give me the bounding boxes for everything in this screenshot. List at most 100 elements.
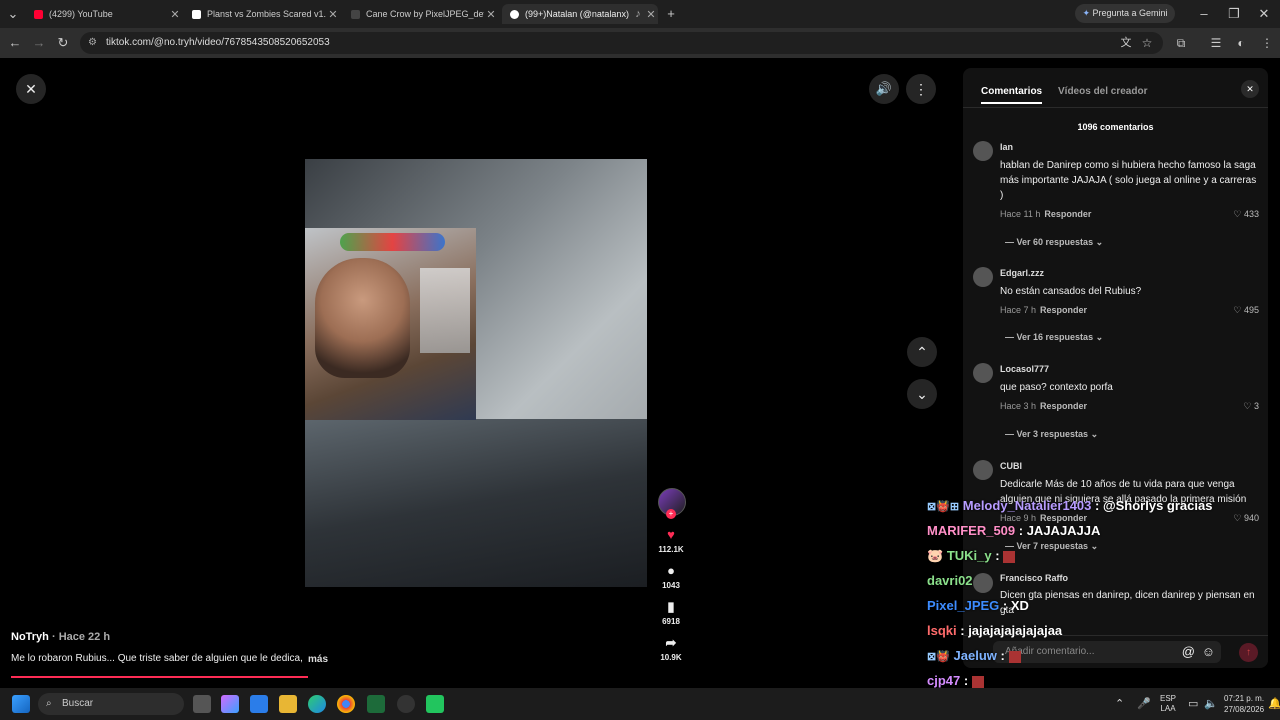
comment-like-button[interactable]: ♡ 495 bbox=[1233, 305, 1259, 316]
tab-creator-videos[interactable]: Vídeos del creador bbox=[1058, 86, 1147, 97]
close-video-button[interactable]: ✕ bbox=[16, 74, 46, 104]
comment-like-button[interactable]: ♡ 3 bbox=[1243, 401, 1259, 412]
avatar[interactable] bbox=[973, 573, 993, 593]
bookmark-star-icon[interactable]: ☆ bbox=[1138, 34, 1156, 52]
notification-bell-icon[interactable]: 🔔 bbox=[1268, 697, 1280, 710]
facecam-decorations bbox=[340, 233, 445, 251]
network-icon[interactable]: ▭ bbox=[1188, 697, 1198, 710]
avatar[interactable] bbox=[973, 363, 993, 383]
avatar[interactable] bbox=[973, 460, 993, 480]
view-replies-button[interactable]: — Ver 16 respuestas ⌄ bbox=[1005, 332, 1103, 343]
copilot-icon[interactable] bbox=[221, 695, 239, 713]
close-panel-button[interactable]: ✕ bbox=[1241, 80, 1259, 98]
chat-line: davri02 bbox=[927, 573, 973, 588]
tray-chevron-icon[interactable]: ⌃ bbox=[1115, 697, 1124, 710]
close-icon[interactable]: ✕ bbox=[168, 8, 182, 21]
close-icon[interactable]: ✕ bbox=[484, 8, 498, 21]
menu-icon[interactable]: ⋮ bbox=[1258, 34, 1276, 52]
new-tab-button[interactable]: + bbox=[662, 5, 680, 23]
microphone-icon[interactable]: 🎤 bbox=[1137, 697, 1151, 710]
like-button[interactable]: ♥ 112.1K bbox=[651, 527, 691, 554]
share-button[interactable]: ➦ 10.9K bbox=[651, 635, 691, 662]
tab-label: (4299) YouTube bbox=[49, 9, 113, 19]
next-video-button[interactable]: ⌄ bbox=[907, 379, 937, 409]
comment-user[interactable]: Ian bbox=[1000, 142, 1013, 152]
comment-user[interactable]: CUBI bbox=[1000, 461, 1022, 471]
more-options-button[interactable]: ⋮ bbox=[906, 74, 936, 104]
comment-user[interactable]: Edgarl.zzz bbox=[1000, 268, 1044, 278]
minimize-button[interactable]: – bbox=[1195, 5, 1213, 23]
reply-button[interactable]: Responder bbox=[1040, 305, 1087, 315]
store-icon[interactable] bbox=[250, 695, 268, 713]
mention-icon[interactable]: @ bbox=[1182, 641, 1195, 663]
edge-icon[interactable] bbox=[308, 695, 326, 713]
task-view-icon[interactable] bbox=[193, 695, 211, 713]
chat-user: Jaeluw bbox=[953, 648, 997, 663]
progress-bar[interactable] bbox=[11, 676, 308, 678]
chrome-icon[interactable] bbox=[337, 695, 355, 713]
volume-icon[interactable]: 🔈 bbox=[1204, 697, 1218, 710]
follow-plus-icon[interactable]: + bbox=[666, 509, 676, 519]
file-explorer-icon[interactable] bbox=[279, 695, 297, 713]
save-button[interactable]: ▮ 6918 bbox=[651, 599, 691, 626]
window-close-button[interactable]: ✕ bbox=[1255, 5, 1273, 23]
comment-time: Hace 7 h bbox=[1000, 305, 1037, 315]
comment-user[interactable]: Francisco Raffo bbox=[1000, 573, 1068, 583]
caption-more-link[interactable]: más bbox=[308, 654, 328, 665]
search-label: Buscar bbox=[62, 698, 94, 709]
lang-layout: LAA bbox=[1160, 704, 1176, 713]
tab-plants[interactable]: Planst vs Zombies Scared v1.1 | ✕ bbox=[184, 4, 340, 24]
tab-cane-crow[interactable]: Cane Crow by PixelJPEG_dev ✕ bbox=[343, 4, 498, 24]
taskbar-search[interactable]: ⌕ Buscar bbox=[38, 693, 184, 715]
author-name[interactable]: NoTryh bbox=[11, 631, 49, 643]
windows-start-icon[interactable] bbox=[12, 695, 30, 713]
comment-input[interactable]: Añadir comentario... @ ☺ bbox=[993, 641, 1221, 663]
reload-icon[interactable]: ↻ bbox=[54, 34, 72, 52]
clock[interactable]: 07:21 p. m. 27/08/2026 bbox=[1224, 693, 1264, 715]
excel-icon[interactable] bbox=[367, 695, 385, 713]
comment-like-button[interactable]: ♡ 433 bbox=[1233, 209, 1259, 220]
speaker-icon[interactable]: ♪ bbox=[632, 8, 644, 20]
video-player[interactable] bbox=[305, 159, 647, 587]
previous-video-button[interactable]: ⌃ bbox=[907, 337, 937, 367]
video-caption: Me lo robaron Rubius... Que triste saber… bbox=[11, 653, 303, 664]
profile-avatar[interactable]: ◐ bbox=[1232, 34, 1250, 52]
view-replies-button[interactable]: — Ver 60 respuestas ⌄ bbox=[1005, 237, 1103, 248]
reply-button[interactable]: Responder bbox=[1044, 209, 1091, 219]
tab-list-icon[interactable]: ☰ bbox=[1207, 34, 1225, 52]
post-comment-button[interactable]: ↑ bbox=[1239, 643, 1258, 662]
clock-date: 27/08/2026 bbox=[1224, 705, 1265, 714]
video-background bbox=[305, 419, 647, 587]
shelf bbox=[420, 268, 470, 353]
avatar[interactable] bbox=[973, 267, 993, 287]
reply-button[interactable]: Responder bbox=[1040, 513, 1087, 523]
forward-icon[interactable]: → bbox=[30, 34, 48, 52]
view-replies-button[interactable]: — Ver 3 respuestas ⌄ bbox=[1005, 429, 1098, 440]
reply-button[interactable]: Responder bbox=[1040, 401, 1087, 411]
tab-comments[interactable]: Comentarios bbox=[981, 86, 1042, 97]
gemini-button[interactable]: ✦ Pregunta a Gemini bbox=[1075, 4, 1175, 23]
comment-like-button[interactable]: ♡ 940 bbox=[1233, 513, 1259, 524]
kick-icon[interactable] bbox=[426, 695, 444, 713]
comment-button[interactable]: ● 1043 bbox=[651, 563, 691, 590]
maximize-button[interactable]: ❐ bbox=[1225, 5, 1243, 23]
github-icon[interactable] bbox=[397, 695, 415, 713]
tab-search-icon[interactable]: ⌄ bbox=[4, 5, 22, 23]
close-icon[interactable]: ✕ bbox=[326, 8, 340, 21]
bookmark-icon: ▮ bbox=[667, 599, 675, 614]
tab-tiktok[interactable]: (99+)Natalan (@natalanx) | ♪ ✕ bbox=[502, 4, 658, 24]
emoji-icon[interactable]: ☺ bbox=[1202, 641, 1215, 663]
close-icon[interactable]: ✕ bbox=[644, 8, 658, 21]
comment-user[interactable]: Locasol777 bbox=[1000, 364, 1049, 374]
view-replies-button[interactable]: — Ver 7 respuestas ⌄ bbox=[1005, 541, 1098, 552]
url-field[interactable]: ⚙ tiktok.com/@no.tryh/video/767854350852… bbox=[80, 32, 1163, 54]
back-icon[interactable]: ← bbox=[6, 34, 24, 52]
site-info-icon[interactable]: ⚙ bbox=[88, 32, 97, 54]
extensions-icon[interactable]: ⧉ bbox=[1172, 34, 1190, 52]
translate-icon[interactable]: 文 bbox=[1117, 34, 1135, 52]
volume-button[interactable]: 🔊 bbox=[869, 74, 899, 104]
language-indicator[interactable]: ESP LAA bbox=[1160, 694, 1176, 714]
emote-icon bbox=[1003, 550, 1016, 563]
tab-youtube[interactable]: (4299) YouTube ✕ bbox=[26, 4, 182, 24]
avatar[interactable] bbox=[973, 141, 993, 161]
